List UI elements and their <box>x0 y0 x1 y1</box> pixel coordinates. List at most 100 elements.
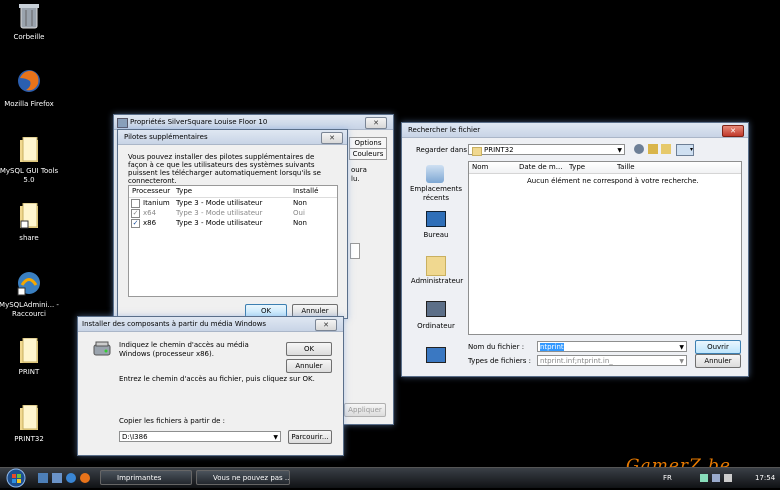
firefox-icon[interactable] <box>16 68 42 94</box>
filename-value: ntprint <box>540 343 564 351</box>
filename-label: Nom du fichier : <box>468 343 525 351</box>
look-in-combobox[interactable]: PRINT32 ▼ <box>468 144 625 156</box>
ie-icon[interactable] <box>66 473 76 483</box>
prompt-text: Indiquez le chemin d'accès au média Wind… <box>119 341 249 358</box>
volume-tray-icon[interactable] <box>724 474 732 482</box>
start-button[interactable] <box>3 468 29 488</box>
chevron-down-icon[interactable]: ▼ <box>617 145 622 156</box>
computer-label[interactable]: Ordinateur <box>410 322 462 330</box>
tray-icon[interactable] <box>700 474 708 482</box>
taskbar-button-error[interactable]: Vous ne pouvez pas ... <box>196 470 290 485</box>
desktop-place-label[interactable]: Bureau <box>410 231 462 239</box>
table-row[interactable]: ✓ x86 Type 3 - Mode utilisateur Non <box>129 219 337 228</box>
computer-icon[interactable] <box>426 301 446 317</box>
print32-folder-label: PRINT32 <box>14 435 44 443</box>
user-folder-icon[interactable] <box>426 256 446 276</box>
network-icon[interactable] <box>426 347 446 363</box>
filetypes-combobox[interactable]: ntprint.inf;ntprint.in_ ▼ <box>537 355 687 366</box>
checkbox[interactable] <box>131 199 140 208</box>
folder-icon[interactable] <box>18 337 40 364</box>
close-button[interactable]: ✕ <box>315 319 337 331</box>
print-folder-label: PRINT <box>18 368 40 376</box>
apply-button[interactable]: Appliquer <box>344 403 386 417</box>
chevron-down-icon[interactable]: ▼ <box>679 342 684 353</box>
open-button[interactable]: Ouvrir <box>695 340 741 354</box>
path-combobox[interactable]: D:\I386 ▼ <box>119 431 281 442</box>
show-desktop-icon[interactable] <box>38 473 48 483</box>
column-header-name[interactable]: Nom <box>472 163 488 172</box>
look-in-value: PRINT32 <box>484 146 514 154</box>
chevron-down-icon[interactable]: ▼ <box>273 432 278 443</box>
partial-field <box>350 243 360 259</box>
installed-cell: Oui <box>293 209 305 217</box>
share-label: share <box>19 234 39 242</box>
view-menu-icon[interactable]: ▾ <box>676 144 694 156</box>
clock[interactable]: 17:54 <box>755 474 775 483</box>
folder-icon[interactable] <box>18 404 40 431</box>
mysql-admin-icon[interactable] <box>16 270 42 296</box>
type-cell: Type 3 - Mode utilisateur <box>176 219 263 227</box>
list-header: Nom Date de m... Type Taille <box>469 162 741 174</box>
folder-icon[interactable] <box>18 202 40 229</box>
title-bar: Pilotes supplémentaires ✕ <box>118 130 347 145</box>
cancel-button[interactable]: Annuler <box>286 359 332 373</box>
filename-combobox[interactable]: ntprint ▼ <box>537 341 687 352</box>
switch-windows-icon[interactable] <box>52 473 62 483</box>
drivers-list: Processeur Type Installé Itanium Type 3 … <box>128 185 338 297</box>
dialog-title: Installer des composants à partir du méd… <box>82 320 267 328</box>
back-icon[interactable] <box>634 144 644 154</box>
close-button[interactable]: ✕ <box>321 132 343 144</box>
list-header: Processeur Type Installé <box>129 186 337 198</box>
new-folder-icon[interactable] <box>661 144 671 154</box>
processor-cell: Itanium <box>143 199 170 207</box>
type-cell: Type 3 - Mode utilisateur <box>176 199 263 207</box>
partial-text: oura <box>351 166 367 174</box>
description-text: Vous pouvez installer des pilotes supplé… <box>128 153 321 185</box>
tab-couleurs[interactable]: Couleurs <box>349 148 387 160</box>
taskbar: Imprimantes Vous ne pouvez pas ... FR 17… <box>0 467 780 488</box>
filetypes-label: Types de fichiers : <box>468 357 531 365</box>
processor-cell: x64 <box>143 209 157 217</box>
installed-cell: Non <box>293 219 307 227</box>
user-folder-label[interactable]: Administrateur <box>410 277 464 285</box>
path-value: D:\I386 <box>122 433 148 441</box>
table-row[interactable]: ✓ x64 Type 3 - Mode utilisateur Oui <box>129 209 337 218</box>
partial-text: lu. <box>351 175 360 183</box>
column-header-type[interactable]: Type <box>569 163 585 172</box>
column-header-date[interactable]: Date de m... <box>519 163 562 172</box>
table-row[interactable]: Itanium Type 3 - Mode utilisateur Non <box>129 199 337 208</box>
close-button[interactable]: ✕ <box>365 117 387 129</box>
chevron-down-icon[interactable]: ▼ <box>679 356 684 367</box>
printer-icon <box>117 118 128 128</box>
title-bar: Propriétés SilverSquare Louise Floor 10 … <box>114 115 393 130</box>
browse-button[interactable]: Parcourir... <box>288 430 332 444</box>
checkbox-checked[interactable]: ✓ <box>131 219 140 228</box>
cancel-button[interactable]: Annuler <box>695 354 741 368</box>
install-components-dialog: Installer des composants à partir du méd… <box>77 316 344 456</box>
column-header[interactable]: Installé <box>293 187 318 196</box>
look-in-label: Regarder dans : <box>416 146 472 154</box>
type-cell: Type 3 - Mode utilisateur <box>176 209 263 217</box>
close-button[interactable]: ✕ <box>722 125 744 137</box>
checkbox-checked[interactable]: ✓ <box>131 209 140 218</box>
folder-icon[interactable] <box>18 136 40 163</box>
taskbar-button-printers[interactable]: Imprimantes <box>100 470 192 485</box>
recycle-bin-label: Corbeille <box>13 33 45 41</box>
dialog-title: Rechercher le fichier <box>408 126 481 134</box>
empty-message: Aucun élément ne correspond à votre rech… <box>527 177 699 185</box>
desktop-place-icon[interactable] <box>426 211 446 227</box>
language-indicator[interactable]: FR <box>663 474 672 483</box>
column-header[interactable]: Processeur <box>132 187 170 196</box>
recent-places-label[interactable]: Emplacements récents <box>410 185 462 203</box>
recent-places-icon[interactable] <box>426 165 444 183</box>
column-header[interactable]: Type <box>176 187 192 196</box>
instruction-text: Entrez le chemin d'accès au fichier, pui… <box>119 375 315 383</box>
firefox-quicklaunch-icon[interactable] <box>80 473 90 483</box>
dialog-title: Pilotes supplémentaires <box>124 133 208 141</box>
network-tray-icon[interactable] <box>712 474 720 482</box>
up-folder-icon[interactable] <box>648 144 658 154</box>
column-header-size[interactable]: Taille <box>617 163 635 172</box>
ok-button[interactable]: OK <box>286 342 332 356</box>
title-bar: Installer des composants à partir du méd… <box>78 317 343 332</box>
recycle-bin-icon[interactable] <box>18 2 40 30</box>
